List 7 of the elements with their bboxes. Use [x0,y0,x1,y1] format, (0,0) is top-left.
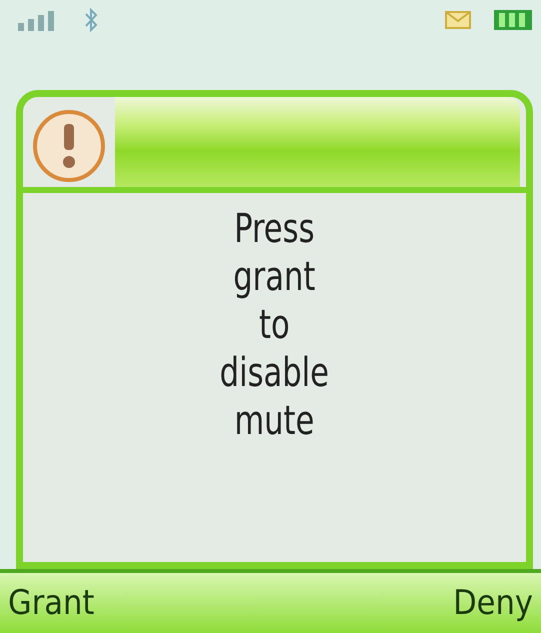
battery-icon [493,9,533,31]
alert-icon [31,108,107,184]
dialog-message: Press grant to disable mute [220,205,330,446]
envelope-icon [445,11,471,29]
softkey-button[interactable]: Deny [449,583,537,623]
softkey-button[interactable]: Grant [4,583,98,623]
bluetooth-icon [84,7,98,33]
